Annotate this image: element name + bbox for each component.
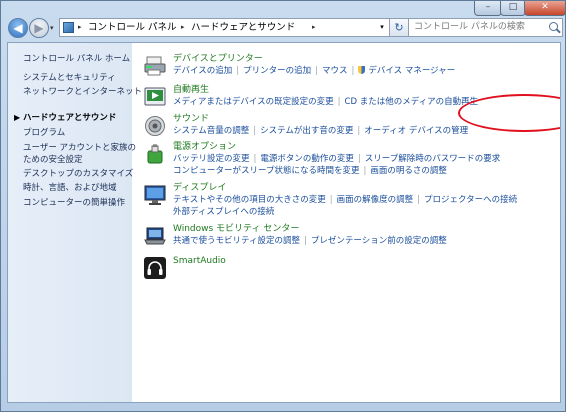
breadcrumb-hardware-sound[interactable]: ハードウェアとサウンド [191,19,295,36]
link-row: システム音量の調整 | システムが出す音の変更 | オーディオ デバイスの管理 [173,125,468,137]
link-audio-devices[interactable]: オーディオ デバイスの管理 [364,126,468,136]
sidebar: コントロール パネル ホーム システムとセキュリティ ネットワークとインターネッ… [8,43,142,402]
content-area: コントロール パネル ホーム システムとセキュリティ ネットワークとインターネッ… [7,42,561,403]
link-separator: | [357,154,361,164]
sidebar-item-ease-of-access[interactable]: コンピューターの簡単操作 [23,197,125,209]
link-resolution[interactable]: 画面の解像度の調整 [337,195,414,205]
mobility-center-icon[interactable] [144,225,166,247]
breadcrumb-arrow[interactable]: ▸ [181,19,185,36]
sidebar-item-desktop[interactable]: デスクトップのカスタマイズ [23,168,133,180]
link-separator: | [351,66,355,76]
title-bar: – □ ✕ [1,1,566,16]
main-panel: デバイスとプリンター デバイスの追加 | プリンターの追加 | マウス | デバイス マネー… [132,43,560,402]
breadcrumb-arrow[interactable]: ▸ [312,19,316,36]
sidebar-item-user-accounts[interactable]: ユーザー アカウントと家族の [23,142,136,154]
link-autoplay-defaults[interactable]: メディアまたはデバイスの既定設定の変更 [173,97,334,107]
link-separator: | [417,195,421,205]
link-system-volume[interactable]: システム音量の調整 [173,126,249,136]
link-separator: | [337,97,341,107]
link-presentation-settings[interactable]: プレゼンテーション前の設定の調整 [311,236,447,246]
link-sleep-time[interactable]: コンピューターがスリープ状態になる時間を変更 [173,166,360,176]
breadcrumb-control-panel[interactable]: コントロール パネル [88,19,177,36]
device-manager-label: デバイス マネージャー [368,66,456,76]
link-system-sounds[interactable]: システムが出す音の変更 [260,126,353,136]
link-add-device[interactable]: デバイスの追加 [173,66,232,76]
printer-icon[interactable] [144,55,166,77]
link-separator: | [304,236,307,246]
link-projector[interactable]: プロジェクターへの接続 [424,195,517,205]
link-row: メディアまたはデバイスの既定設定の変更 | CD または他のメディアの自動再生 [173,96,478,108]
autoplay-icon[interactable] [144,86,166,108]
category-title[interactable]: 電源オプション [173,141,236,153]
link-row: 共通で使うモビリティ設定の調整 | プレゼンテーション前の設定の調整 [173,235,447,247]
search-placeholder: コントロール パネルの検索 [414,22,525,32]
sidebar-item-network[interactable]: ネットワークとインターネット [23,86,142,98]
link-power-button[interactable]: 電源ボタンの動作の変更 [260,154,354,164]
category-title[interactable]: Windows モビリティ センター [173,223,299,235]
headphones-icon[interactable] [144,257,166,279]
link-separator: | [236,66,240,76]
link-add-printer[interactable]: プリンターの追加 [243,66,311,76]
link-separator: | [357,126,361,136]
link-battery-settings[interactable]: バッテリ設定の変更 [173,154,250,164]
sidebar-item-user-accounts-cont[interactable]: ための安全設定 [23,154,83,166]
link-wake-password[interactable]: スリープ解除時のパスワードの要求 [365,154,501,164]
uac-shield-icon [358,66,366,74]
link-mouse[interactable]: マウス [322,66,348,76]
link-row: デバイスの追加 | プリンターの追加 | マウス | デバイス マネージャー [173,65,455,77]
navigation-toolbar: ◀ ▶ ▾ ▸ コントロール パネル ▸ ハードウェアとサウンド ▸ ▾ ↻ コ… [3,15,565,41]
link-autoplay-cd[interactable]: CD または他のメディアの自動再生 [345,97,479,107]
breadcrumb-arrow[interactable]: ▸ [78,19,82,36]
link-row: テキストやその他の項目の大きさの変更 | 画面の解像度の調整 | プロジェクターへの接続 [173,194,517,206]
link-separator: | [363,166,367,176]
back-button[interactable]: ◀ [8,18,28,38]
highlight-annotation [458,94,560,132]
link-external-display[interactable]: 外部ディスプレイへの接続 [173,207,274,217]
minimize-button[interactable]: – [474,1,502,16]
refresh-button[interactable]: ↻ [389,18,409,37]
sidebar-item-programs[interactable]: プログラム [23,127,65,139]
forward-button[interactable]: ▶ [29,18,49,38]
link-device-manager[interactable]: デバイス マネージャー [358,66,455,76]
link-brightness[interactable]: 画面の明るさの調整 [370,166,447,176]
sidebar-item-hardware-sound[interactable]: ▶ ハードウェアとサウンド [14,112,117,124]
link-row: コンピューターがスリープ状態になる時間を変更 | 画面の明るさの調整 [173,165,500,177]
window-frame: – □ ✕ ◀ ▶ ▾ ▸ コントロール パネル ▸ ハードウェアとサウンド ▸… [0,0,566,412]
address-dropdown[interactable]: ▾ [375,18,390,37]
address-bar[interactable]: ▸ コントロール パネル ▸ ハードウェアとサウンド ▸ [59,18,389,37]
category-title[interactable]: SmartAudio [173,255,226,267]
link-row: 外部ディスプレイへの接続 [173,206,517,218]
speaker-icon[interactable] [144,115,166,137]
link-separator: | [253,126,257,136]
link-separator: | [315,66,319,76]
sidebar-item-home[interactable]: コントロール パネル ホーム [23,53,130,65]
close-button[interactable]: ✕ [524,1,566,16]
link-mobility-settings[interactable]: 共通で使うモビリティ設定の調整 [173,236,300,246]
link-text-size[interactable]: テキストやその他の項目の大きさの変更 [173,195,326,205]
display-icon[interactable] [144,184,166,206]
category-title[interactable]: 自動再生 [173,84,209,96]
category-title[interactable]: サウンド [173,113,209,125]
current-item-bullet-icon: ▶ [14,113,21,122]
maximize-button[interactable]: □ [500,1,526,16]
sidebar-item-label: ハードウェアとサウンド [23,113,117,123]
control-panel-icon [63,22,74,33]
power-options-icon[interactable] [144,143,166,165]
sidebar-item-clock-language[interactable]: 時計、言語、および地域 [23,182,117,194]
search-input[interactable]: コントロール パネルの検索 [408,18,563,37]
search-icon[interactable] [549,22,558,31]
category-title[interactable]: ディスプレイ [173,182,226,194]
category-title[interactable]: デバイスとプリンター [173,53,263,65]
recent-pages-dropdown[interactable]: ▾ [50,24,54,32]
link-separator: | [253,154,257,164]
link-separator: | [329,195,333,205]
sidebar-item-system-security[interactable]: システムとセキュリティ [23,72,116,84]
link-row: バッテリ設定の変更 | 電源ボタンの動作の変更 | スリープ解除時のパスワードの要求 [173,153,500,165]
